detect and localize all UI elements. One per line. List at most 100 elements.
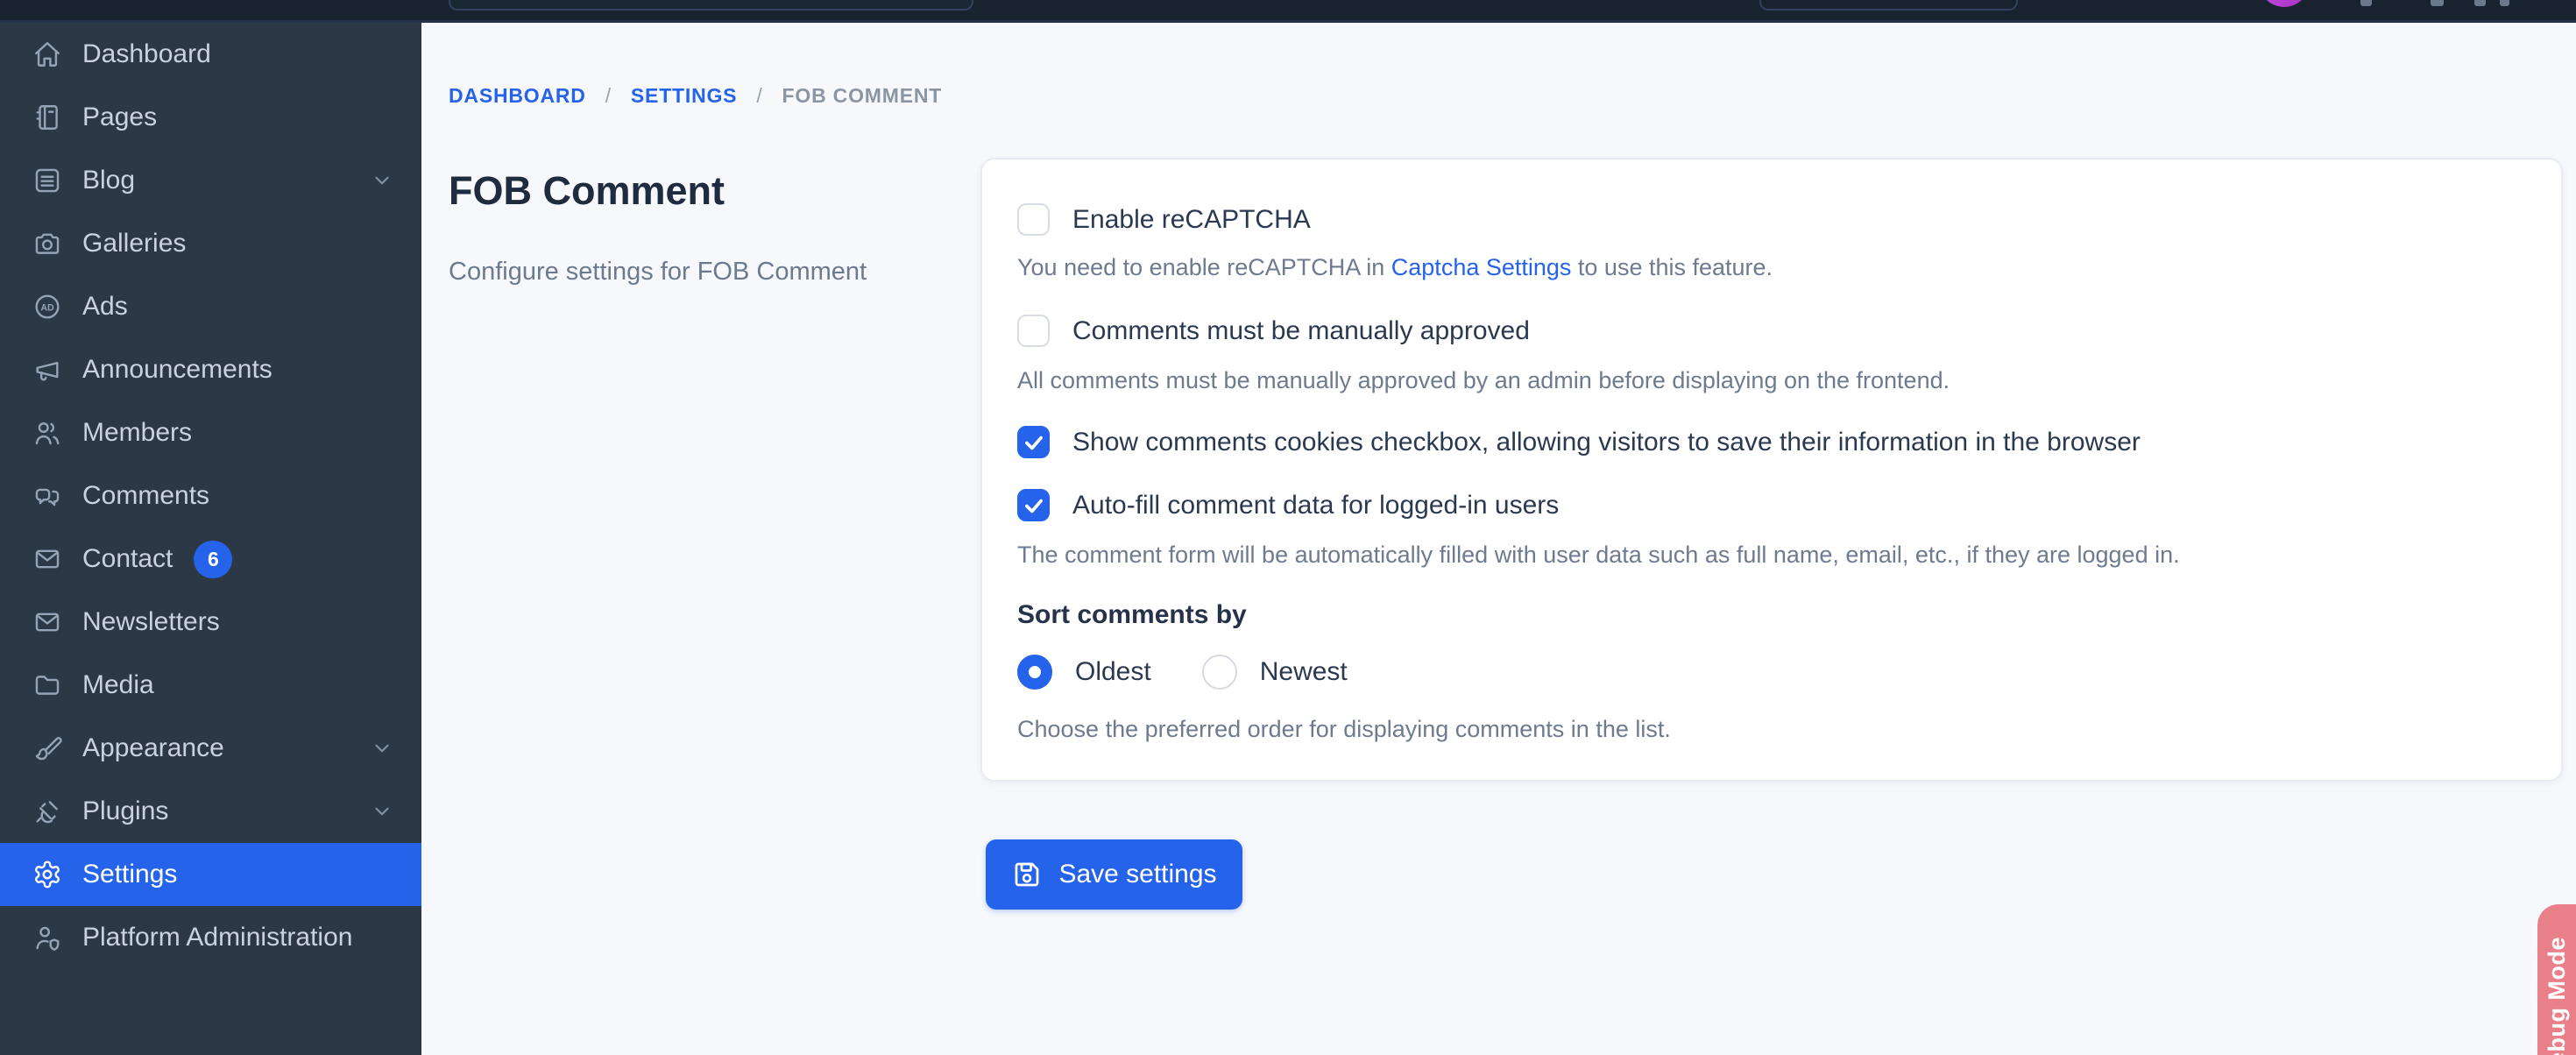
sidebar-item-label: Blog bbox=[82, 166, 135, 195]
oldest-radio[interactable] bbox=[1017, 655, 1052, 690]
blog-icon bbox=[32, 166, 62, 195]
sidebar-item-blog[interactable]: Blog bbox=[0, 149, 421, 212]
sidebar-item-label: Appearance bbox=[82, 733, 224, 763]
chevron-down-icon bbox=[371, 169, 393, 192]
option-help: You need to enable reCAPTCHA in Captcha … bbox=[1017, 254, 2521, 281]
sidebar-item-plugins[interactable]: Plugins bbox=[0, 780, 421, 843]
radio-label[interactable]: Oldest bbox=[1075, 657, 1151, 687]
page-subtitle: Configure settings for FOB Comment bbox=[449, 258, 867, 287]
captcha-settings-link[interactable]: Captcha Settings bbox=[1391, 254, 1572, 280]
sidebar-item-pages[interactable]: Pages bbox=[0, 86, 421, 149]
debug-mode-ribbon: Debug Mode bbox=[2537, 904, 2576, 1055]
sidebar-item-settings[interactable]: Settings bbox=[0, 843, 421, 906]
user-shield-icon bbox=[32, 923, 62, 952]
topbar bbox=[0, 0, 2576, 23]
enable-recaptcha-checkbox[interactable] bbox=[1017, 203, 1050, 236]
users-icon bbox=[32, 418, 62, 448]
gear-icon bbox=[32, 860, 62, 889]
chevron-down-icon bbox=[371, 800, 393, 823]
sidebar-item-label: Media bbox=[82, 670, 154, 700]
mail-icon bbox=[32, 544, 62, 574]
option-cookies-checkbox: Show comments cookies checkbox, allowing… bbox=[1017, 426, 2521, 458]
breadcrumb-current: FOB COMMENT bbox=[782, 84, 943, 108]
check-icon bbox=[1023, 494, 1045, 517]
option-label[interactable]: Auto-fill comment data for logged-in use… bbox=[1072, 491, 1559, 520]
sidebar: Dashboard Pages Blog Galleries bbox=[0, 23, 421, 1055]
cookies-checkbox[interactable] bbox=[1017, 426, 1050, 458]
topbar-icon[interactable] bbox=[2431, 0, 2444, 6]
contact-count-badge: 6 bbox=[194, 541, 232, 578]
sidebar-item-announcements[interactable]: Announcements bbox=[0, 338, 421, 401]
sidebar-item-label: Pages bbox=[82, 103, 157, 132]
avatar[interactable] bbox=[2259, 0, 2310, 7]
save-icon bbox=[1011, 859, 1043, 890]
global-search-input[interactable] bbox=[449, 0, 973, 11]
breadcrumb-separator: / bbox=[756, 84, 762, 108]
save-settings-label: Save settings bbox=[1058, 860, 1216, 889]
mail-icon bbox=[32, 607, 62, 637]
sidebar-item-newsletters[interactable]: Newsletters bbox=[0, 591, 421, 654]
sidebar-item-label: Plugins bbox=[82, 797, 168, 826]
option-label[interactable]: Enable reCAPTCHA bbox=[1072, 205, 1311, 235]
topbar-icon[interactable] bbox=[2360, 0, 2372, 6]
sidebar-item-label: Newsletters bbox=[82, 607, 220, 637]
option-autofill: Auto-fill comment data for logged-in use… bbox=[1017, 489, 2521, 521]
ad-icon: AD bbox=[32, 292, 62, 322]
help-text-part: to use this feature. bbox=[1571, 254, 1773, 280]
breadcrumb: DASHBOARD / SETTINGS / FOB COMMENT bbox=[449, 84, 942, 108]
check-icon bbox=[1023, 431, 1045, 454]
page-title: FOB Comment bbox=[449, 168, 725, 214]
settings-card: Enable reCAPTCHA You need to enable reCA… bbox=[980, 158, 2563, 782]
breadcrumb-settings[interactable]: SETTINGS bbox=[631, 84, 737, 108]
help-text-part: You need to enable reCAPTCHA in bbox=[1017, 254, 1391, 280]
topbar-secondary-input[interactable] bbox=[1759, 0, 2018, 11]
folder-icon bbox=[32, 670, 62, 700]
camera-icon bbox=[32, 229, 62, 258]
sort-option-newest: Newest bbox=[1202, 655, 1348, 690]
option-label[interactable]: Comments must be manually approved bbox=[1072, 316, 1530, 346]
option-enable-recaptcha: Enable reCAPTCHA bbox=[1017, 203, 2521, 236]
option-label[interactable]: Show comments cookies checkbox, allowing… bbox=[1072, 428, 2141, 457]
sidebar-item-label: Announcements bbox=[82, 355, 272, 385]
plug-icon bbox=[32, 797, 62, 826]
breadcrumb-dashboard[interactable]: DASHBOARD bbox=[449, 84, 586, 108]
newest-radio[interactable] bbox=[1202, 655, 1237, 690]
sidebar-item-label: Settings bbox=[82, 860, 177, 889]
debug-mode-label: Debug Mode bbox=[2544, 937, 2571, 1055]
sort-option-oldest: Oldest bbox=[1017, 655, 1151, 690]
chevron-down-icon bbox=[371, 737, 393, 760]
sidebar-item-galleries[interactable]: Galleries bbox=[0, 212, 421, 275]
home-icon bbox=[32, 39, 62, 69]
sidebar-item-label: Dashboard bbox=[82, 39, 211, 69]
topbar-icon[interactable] bbox=[2474, 0, 2486, 6]
autofill-checkbox[interactable] bbox=[1017, 489, 1050, 521]
sidebar-item-ads[interactable]: AD Ads bbox=[0, 275, 421, 338]
main-content: DASHBOARD / SETTINGS / FOB COMMENT FOB C… bbox=[421, 23, 2576, 1055]
sidebar-item-label: Comments bbox=[82, 481, 209, 511]
option-help: The comment form will be automatically f… bbox=[1017, 542, 2521, 569]
breadcrumb-separator: / bbox=[605, 84, 612, 108]
topbar-icon[interactable] bbox=[2500, 0, 2509, 6]
admin-screen: Dashboard Pages Blog Galleries bbox=[0, 0, 2576, 1055]
sidebar-item-members[interactable]: Members bbox=[0, 401, 421, 464]
manual-approval-checkbox[interactable] bbox=[1017, 315, 1050, 347]
sidebar-item-platform-administration[interactable]: Platform Administration bbox=[0, 906, 421, 969]
sidebar-item-label: Contact bbox=[82, 544, 173, 574]
sidebar-item-label: Platform Administration bbox=[82, 923, 352, 952]
sidebar-item-dashboard[interactable]: Dashboard bbox=[0, 23, 421, 86]
brush-icon bbox=[32, 733, 62, 763]
sidebar-item-media[interactable]: Media bbox=[0, 654, 421, 717]
sort-radio-group: Oldest Newest bbox=[1017, 655, 2521, 690]
sort-help: Choose the preferred order for displayin… bbox=[1017, 716, 2521, 743]
sidebar-item-appearance[interactable]: Appearance bbox=[0, 717, 421, 780]
radio-label[interactable]: Newest bbox=[1260, 657, 1348, 687]
sidebar-item-comments[interactable]: Comments bbox=[0, 464, 421, 528]
save-settings-button[interactable]: Save settings bbox=[986, 839, 1242, 910]
pages-icon bbox=[32, 103, 62, 132]
option-help: All comments must be manually approved b… bbox=[1017, 367, 2521, 394]
sidebar-item-label: Members bbox=[82, 418, 192, 448]
sidebar-item-label: Ads bbox=[82, 292, 128, 322]
sidebar-item-contact[interactable]: Contact 6 bbox=[0, 528, 421, 591]
sidebar-item-label: Galleries bbox=[82, 229, 186, 258]
svg-text:AD: AD bbox=[40, 302, 54, 313]
